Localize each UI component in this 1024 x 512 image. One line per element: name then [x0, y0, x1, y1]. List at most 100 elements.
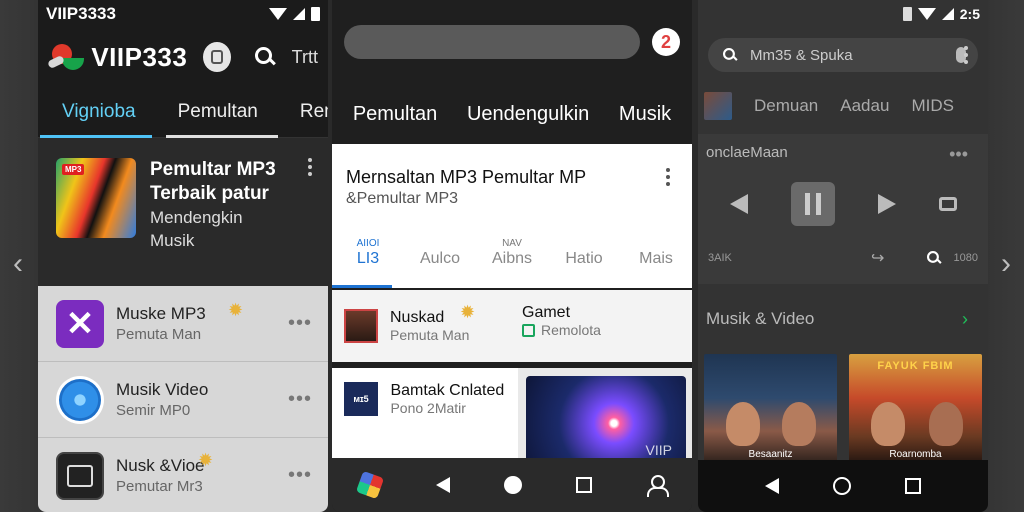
- wifi-icon: [269, 8, 287, 20]
- search-icon: [723, 48, 737, 62]
- featured-sub-line1: Mendengkin: [150, 208, 243, 227]
- subtab-mais[interactable]: Mais: [620, 228, 692, 288]
- more-horiz-icon[interactable]: •••: [949, 144, 968, 165]
- subtab-aibns[interactable]: NAV Aibns: [476, 228, 548, 288]
- video-poster[interactable]: FAYUK FBIM Roarnomba: [849, 354, 982, 464]
- list-item[interactable]: Nusk &Vioe Pemutar Mr3 ✹ •••: [38, 438, 328, 512]
- tab-uendengulkin[interactable]: Uendengulkin: [467, 103, 589, 126]
- award-icon: ✹: [228, 300, 244, 320]
- signal-icon: [293, 8, 305, 20]
- signal-icon: [941, 8, 954, 20]
- poster-figure: [782, 402, 816, 446]
- tab-bar: Demuan Aadau MIDS: [698, 78, 988, 134]
- disc-app-icon: [56, 375, 104, 424]
- subtab-hatio[interactable]: Hatio: [548, 228, 620, 288]
- track-thumbnail: [344, 309, 378, 343]
- phone-screen-3: 2:5 Mm35 & Spuka Demuan Aadau MIDS oncla…: [698, 0, 988, 512]
- player-footer: 3AIK ↪ 1080: [708, 248, 978, 268]
- search-icon[interactable]: [926, 251, 941, 265]
- list-item-subtitle: Pemuta Man: [390, 327, 470, 343]
- tab-pemultan[interactable]: Pemultan: [165, 101, 279, 138]
- subtab-li3[interactable]: AIIOI LI3: [332, 228, 404, 288]
- grid-item-subtitle: Pono 2Matir: [390, 400, 466, 416]
- back-icon[interactable]: [435, 477, 450, 493]
- album-badge: MP3: [62, 164, 85, 175]
- repeat-icon[interactable]: ↪: [871, 248, 884, 268]
- search-input[interactable]: Mm35 & Spuka: [708, 38, 978, 72]
- home-icon[interactable]: [833, 477, 851, 495]
- next-screen-arrow-icon[interactable]: ›: [994, 244, 1018, 284]
- list-item[interactable]: Nuskad Pemuta Man ✹ Gamet Remolota: [332, 290, 692, 362]
- poster-header: FAYUK FBIM: [877, 360, 954, 372]
- tab-mids[interactable]: MIDS: [911, 96, 954, 116]
- more-horiz-icon[interactable]: •••: [288, 312, 312, 335]
- media-player: onclaeMaan ••• 3AIK ↪ 1080: [698, 134, 988, 284]
- list-item-subtitle: Pemutar Mr3: [116, 477, 203, 495]
- section-header[interactable]: Musik & Video ›: [698, 284, 988, 354]
- content-grid: ᴍɪ5 Bamtak Cnlated Pono 2Matir VIIP: [332, 368, 692, 462]
- subtab-aulco[interactable]: Aulco: [404, 228, 476, 288]
- phone-screen-2: 2 Pemultan Uendengulkin Musik Mernsaltan…: [332, 0, 692, 512]
- status-bar: 2:5: [698, 0, 988, 28]
- more-horiz-icon[interactable]: •••: [288, 464, 312, 487]
- video-poster[interactable]: Besaanitz: [704, 354, 837, 464]
- previous-screen-arrow-icon[interactable]: ‹: [6, 244, 30, 284]
- poster-caption: Besaanitz: [748, 449, 793, 460]
- app-icon: ᴍɪ5: [344, 382, 378, 416]
- cast-button[interactable]: [203, 42, 232, 72]
- pause-button[interactable]: [790, 182, 835, 226]
- tab-musik[interactable]: Musik: [619, 103, 671, 126]
- previous-icon[interactable]: [729, 194, 748, 214]
- pause-icon: [804, 193, 810, 215]
- search-placeholder: Mm35 & Spuka: [750, 46, 853, 64]
- more-vert-icon[interactable]: [666, 168, 670, 186]
- player-left-label: 3AIK: [708, 252, 732, 264]
- list-item-subtitle: Pemuta Man: [116, 325, 202, 343]
- tab-aadau[interactable]: Aadau: [840, 96, 889, 116]
- artwork-image[interactable]: VIIP: [526, 376, 686, 462]
- album-thumbnail[interactable]: [704, 92, 732, 120]
- header-truncated-text: Trtt: [291, 46, 318, 67]
- camera-icon[interactable]: [938, 197, 957, 211]
- back-icon[interactable]: [765, 478, 779, 494]
- tab-pemultan[interactable]: Pemultan: [353, 103, 438, 126]
- app-logo-icon: [47, 40, 84, 74]
- next-icon[interactable]: [877, 194, 896, 214]
- chevron-right-icon[interactable]: ›: [962, 309, 968, 330]
- top-bar: 2: [332, 0, 692, 84]
- col2-title: Gamet: [522, 304, 571, 321]
- app-list: ✕ Muske MP3 Pemuta Man ✹ ••• Musik Video…: [38, 286, 328, 512]
- award-icon: ✹: [460, 302, 476, 322]
- more-vert-icon[interactable]: [964, 46, 968, 64]
- navigation-bar: [698, 460, 988, 512]
- featured-title-line2: Terbaik patur: [150, 183, 269, 204]
- player-right-label: 1080: [953, 252, 978, 264]
- x-app-icon: ✕: [56, 299, 104, 348]
- list-item[interactable]: Musik Video Semir MP0 •••: [38, 362, 328, 438]
- recents-icon[interactable]: [905, 478, 921, 494]
- search-icon[interactable]: [255, 47, 274, 67]
- cast-icon: [211, 50, 224, 64]
- poster-caption: Roarnomba: [889, 449, 942, 460]
- list-item[interactable]: ✕ Muske MP3 Pemuta Man ✹ •••: [38, 286, 328, 362]
- more-horiz-icon[interactable]: •••: [288, 388, 312, 411]
- card-subtitle: &Pemultar MP3: [346, 190, 459, 207]
- sub-tab-bar: AIIOI LI3 Aulco NAV Aibns Hatio Mais: [332, 228, 692, 288]
- featured-card[interactable]: MP3 Pemultar MP3 Terbaik patur Mendengki…: [38, 138, 328, 286]
- home-icon[interactable]: [503, 476, 522, 494]
- player-title: onclaeMaan: [706, 144, 788, 161]
- status-carrier: VIIP3333: [46, 4, 116, 23]
- search-input[interactable]: [344, 25, 640, 59]
- more-vert-icon[interactable]: [308, 158, 312, 176]
- tab-remu[interactable]: Remu: [296, 101, 328, 137]
- recents-icon[interactable]: [576, 477, 593, 493]
- profile-icon[interactable]: [646, 475, 669, 497]
- app-logo-icon[interactable]: [356, 470, 385, 500]
- wifi-icon: [917, 8, 936, 20]
- status-time: 2:5: [959, 6, 980, 22]
- tab-vignioba[interactable]: Vignioba: [40, 101, 152, 138]
- tab-demuan[interactable]: Demuan: [754, 96, 818, 116]
- grid-item[interactable]: ᴍɪ5 Bamtak Cnlated Pono 2Matir: [332, 368, 518, 462]
- avatar[interactable]: 2: [652, 28, 680, 56]
- phone-screen-1: VIIP3333 VIIP333 Trtt Vignioba Pemultan …: [38, 0, 328, 512]
